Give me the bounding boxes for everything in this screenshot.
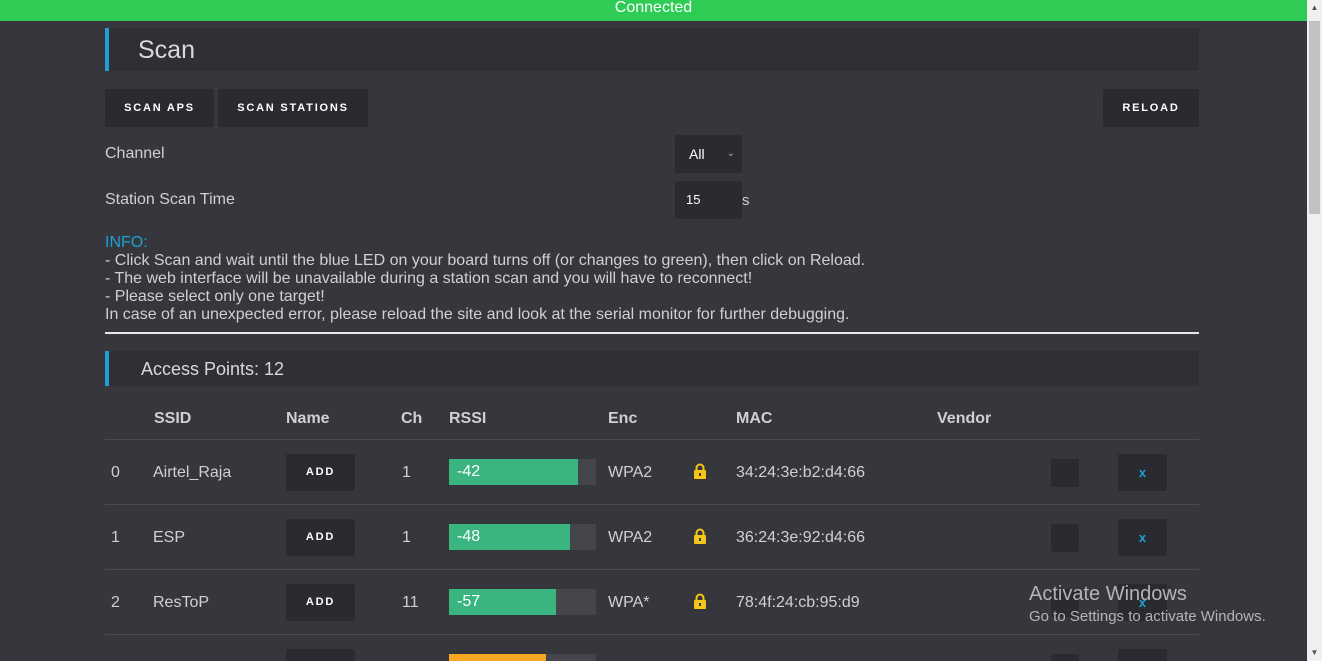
select-checkbox[interactable] (1051, 654, 1079, 661)
section-divider (105, 332, 1199, 334)
row-index: 1 (111, 529, 120, 546)
rssi-value: -48 (457, 528, 481, 545)
reload-button[interactable]: RELOAD (1103, 89, 1199, 127)
remove-button[interactable]: x (1118, 454, 1167, 491)
add-target-button[interactable]: ADD (286, 584, 355, 621)
column-header-name: Name (286, 410, 330, 427)
scan-time-unit: s (742, 192, 750, 209)
chevron-down-icon: ⌄ (726, 148, 735, 159)
page-title-box: Scan (105, 28, 1199, 71)
column-header-vendor: Vendor (937, 410, 992, 427)
info-line: - The web interface will be unavailable … (105, 270, 753, 287)
activate-windows-title: Activate Windows (1029, 583, 1187, 605)
column-header-ch: Ch (401, 410, 423, 427)
rssi-bar (449, 654, 596, 661)
activate-windows-subtitle: Go to Settings to activate Windows. (1029, 608, 1266, 625)
row-channel: 1 (402, 464, 411, 481)
rssi-bar-fill (449, 654, 547, 661)
rssi-bar: -42 (449, 459, 596, 485)
info-line: In case of an unexpected error, please r… (105, 306, 850, 323)
info-line: - Please select only one target! (105, 288, 325, 305)
column-header-enc: Enc (608, 410, 638, 427)
rssi-bar: -48 (449, 524, 596, 550)
select-checkbox[interactable] (1051, 524, 1079, 552)
access-points-count: Access Points: 12 (141, 359, 285, 379)
row-encryption: WPA* (608, 594, 650, 611)
page-scrollbar[interactable]: ▲ ▼ (1307, 0, 1322, 661)
connection-status-text: Connected (614, 0, 693, 16)
row-channel: 11 (402, 594, 419, 611)
scan-stations-button[interactable]: SCAN STATIONS (218, 89, 368, 127)
lock-icon (694, 463, 706, 479)
connection-status-bar: Connected (0, 0, 1307, 21)
row-encryption: WPA2 (608, 464, 653, 481)
row-ssid: Airtel_Raja (153, 464, 232, 481)
scroll-down-arrow-icon[interactable]: ▼ (1310, 648, 1319, 657)
column-header-mac: MAC (736, 410, 773, 427)
channel-select-value: All (689, 146, 705, 162)
row-ssid: ESP (153, 529, 186, 546)
lock-icon (694, 528, 706, 544)
remove-button[interactable] (1118, 649, 1167, 661)
lock-icon (694, 593, 706, 609)
page-title: Scan (138, 36, 195, 64)
add-target-button[interactable] (286, 649, 355, 661)
access-points-header: Access Points: 12 (105, 351, 1199, 386)
rssi-bar: -57 (449, 589, 596, 615)
scrollbar-thumb[interactable] (1309, 21, 1320, 214)
table-row: 0 Airtel_Raja ADD 1 -42 WPA2 34:24:3e:b2… (105, 439, 1199, 504)
station-scan-time-input[interactable]: 15 (675, 181, 742, 219)
row-mac: 34:24:3e:b2:d4:66 (736, 464, 866, 481)
row-mac: 78:4f:24:cb:95:d9 (736, 594, 860, 611)
add-target-button[interactable]: ADD (286, 519, 355, 556)
rssi-value: -57 (457, 593, 481, 610)
select-checkbox[interactable] (1051, 459, 1079, 487)
row-mac: 36:24:3e:92:d4:66 (736, 529, 866, 546)
info-line: - Click Scan and wait until the blue LED… (105, 252, 866, 269)
station-scan-time-label: Station Scan Time (105, 191, 235, 208)
info-box: INFO: - Click Scan and wait until the bl… (105, 234, 865, 324)
scan-aps-button[interactable]: SCAN APS (105, 89, 214, 127)
table-row-partial (105, 634, 1199, 661)
channel-label: Channel (105, 145, 165, 162)
row-encryption: WPA2 (608, 529, 653, 546)
row-channel: 1 (402, 529, 411, 546)
column-header-rssi: RSSI (449, 410, 487, 427)
channel-select[interactable]: All ⌄ (675, 135, 742, 173)
row-ssid: ResToP (153, 594, 210, 611)
remove-button[interactable]: x (1118, 519, 1167, 556)
add-target-button[interactable]: ADD (286, 454, 355, 491)
row-index: 2 (111, 594, 120, 611)
table-row: 1 ESP ADD 1 -48 WPA2 36:24:3e:92:d4:66 x (105, 504, 1199, 569)
rssi-value: -42 (457, 463, 481, 480)
column-header-ssid: SSID (154, 410, 192, 427)
scroll-up-arrow-icon[interactable]: ▲ (1310, 3, 1319, 12)
info-heading: INFO: (105, 234, 148, 251)
row-index: 0 (111, 464, 120, 481)
